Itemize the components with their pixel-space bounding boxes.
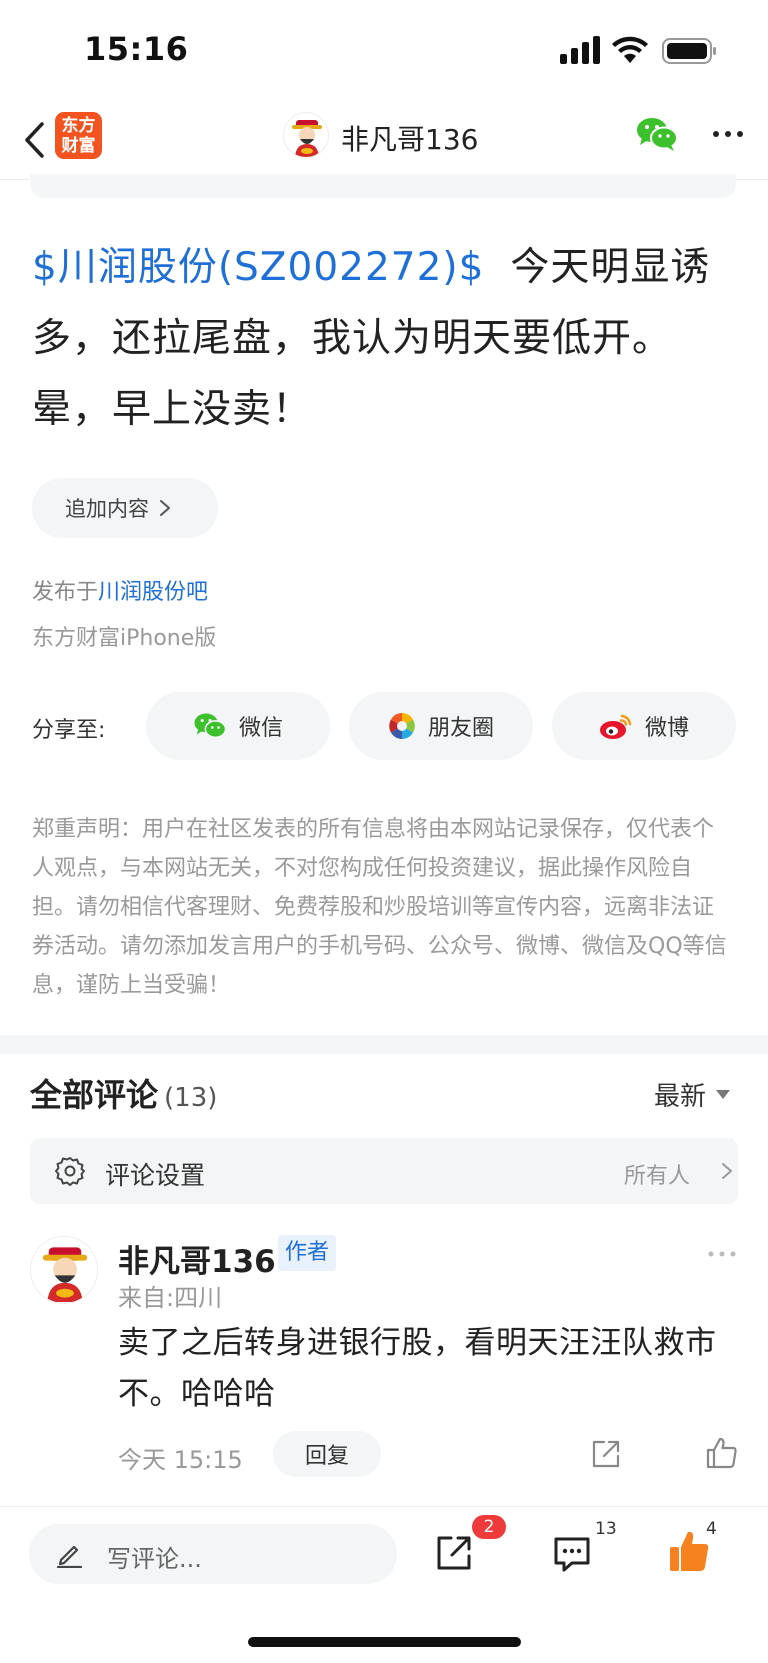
wechat-icon[interactable]	[636, 116, 678, 152]
post-source: 东方财富iPhone版	[32, 626, 217, 651]
comment-author-avatar[interactable]	[30, 1236, 98, 1304]
share-moments-label: 朋友圈	[427, 716, 494, 741]
append-content-label: 追加内容	[65, 497, 149, 521]
section-divider	[0, 1035, 768, 1054]
comments-count: (13)	[164, 1083, 218, 1113]
comment-author-name[interactable]: 非凡哥136	[118, 1236, 276, 1281]
comment-bubble-icon[interactable]	[552, 1535, 592, 1573]
comment-settings-label: 评论设置	[105, 1161, 206, 1190]
like-count: 4	[706, 1519, 717, 1539]
share-wechat-button[interactable]: 微信	[146, 692, 330, 760]
cellular-signal-icon	[560, 36, 600, 64]
caret-down-icon	[716, 1090, 731, 1099]
gear-icon	[55, 1157, 85, 1186]
author-avatar[interactable]	[283, 112, 329, 158]
chevron-right-icon	[722, 1163, 732, 1179]
more-options-icon[interactable]	[708, 118, 748, 150]
status-bar: 15:16	[0, 0, 768, 100]
nav-bar: 东方 财富 非凡哥136	[0, 100, 768, 180]
comment-text: 卖了之后转身进银行股，看明天汪汪队救市不。哈哈哈	[118, 1325, 717, 1412]
comment-settings-value: 所有人	[624, 1164, 691, 1189]
quoted-content-strip	[30, 174, 736, 198]
share-badge: 2	[472, 1515, 506, 1539]
nav-title[interactable]: 非凡哥136	[341, 118, 478, 158]
chevron-right-icon	[160, 500, 170, 516]
share-moments-button[interactable]: 朋友圈	[349, 692, 533, 760]
fortune-god-avatar-icon	[292, 120, 322, 157]
share-weibo-button[interactable]: 微博	[552, 692, 736, 760]
weibo-icon	[599, 714, 632, 739]
append-content-button[interactable]: 追加内容	[32, 478, 218, 538]
bottom-action-bar: 写评论... 2 13 4	[0, 1506, 768, 1663]
comments-title: 全部评论	[30, 1076, 159, 1114]
comments-header: 全部评论 (13)	[30, 1070, 217, 1116]
comment-settings-row[interactable]: 评论设置 所有人	[30, 1138, 738, 1204]
chevron-left-icon	[25, 122, 44, 158]
pen-icon	[56, 1545, 83, 1568]
published-prefix: 发布于	[32, 580, 99, 605]
share-icon[interactable]	[590, 1438, 622, 1470]
fortune-god-avatar-icon	[42, 1247, 88, 1303]
share-icon[interactable]	[434, 1533, 474, 1573]
share-label: 分享至:	[32, 718, 106, 743]
share-wechat-label: 微信	[238, 716, 283, 741]
wifi-icon	[612, 36, 648, 63]
comment-count: 13	[595, 1519, 617, 1539]
disclaimer: 郑重声明：用户在社区发表的所有信息将由本网站记录保存，仅代表个人观点，与本网站无…	[32, 817, 727, 998]
app-logo[interactable]: 东方 财富	[55, 112, 102, 159]
reply-button[interactable]: 回复	[273, 1431, 381, 1477]
back-button[interactable]	[14, 114, 54, 166]
sort-dropdown[interactable]: 最新	[654, 1076, 731, 1113]
share-weibo-label: 微博	[644, 716, 689, 741]
thumbs-up-icon[interactable]	[705, 1436, 739, 1470]
published-in: 发布于川润股份吧	[32, 574, 208, 606]
moments-aperture-icon	[389, 713, 415, 739]
status-time: 15:16	[84, 30, 189, 68]
app-logo-line2: 财富	[61, 136, 96, 156]
thumbs-up-filled-icon[interactable]	[668, 1529, 710, 1573]
more-options-icon[interactable]	[706, 1246, 738, 1262]
wechat-icon	[194, 713, 227, 739]
stock-tag-link[interactable]: $川润股份(SZ002272)$	[32, 245, 484, 290]
write-comment-placeholder: 写评论...	[107, 1545, 202, 1573]
forum-link[interactable]: 川润股份吧	[98, 580, 208, 605]
home-indicator[interactable]	[248, 1637, 521, 1647]
post-content: $川润股份(SZ002272)$ 今天明显诱多，还拉尾盘，我认为明天要低开。晕，早…	[32, 232, 744, 445]
sort-label: 最新	[654, 1082, 707, 1112]
comment-location: 来自:四川	[118, 1284, 223, 1312]
app-logo-line1: 东方	[61, 116, 96, 136]
battery-icon	[662, 38, 716, 64]
author-badge: 作者	[278, 1235, 337, 1271]
write-comment-input[interactable]: 写评论...	[29, 1524, 397, 1584]
comment-time: 今天 15:15	[118, 1446, 243, 1474]
